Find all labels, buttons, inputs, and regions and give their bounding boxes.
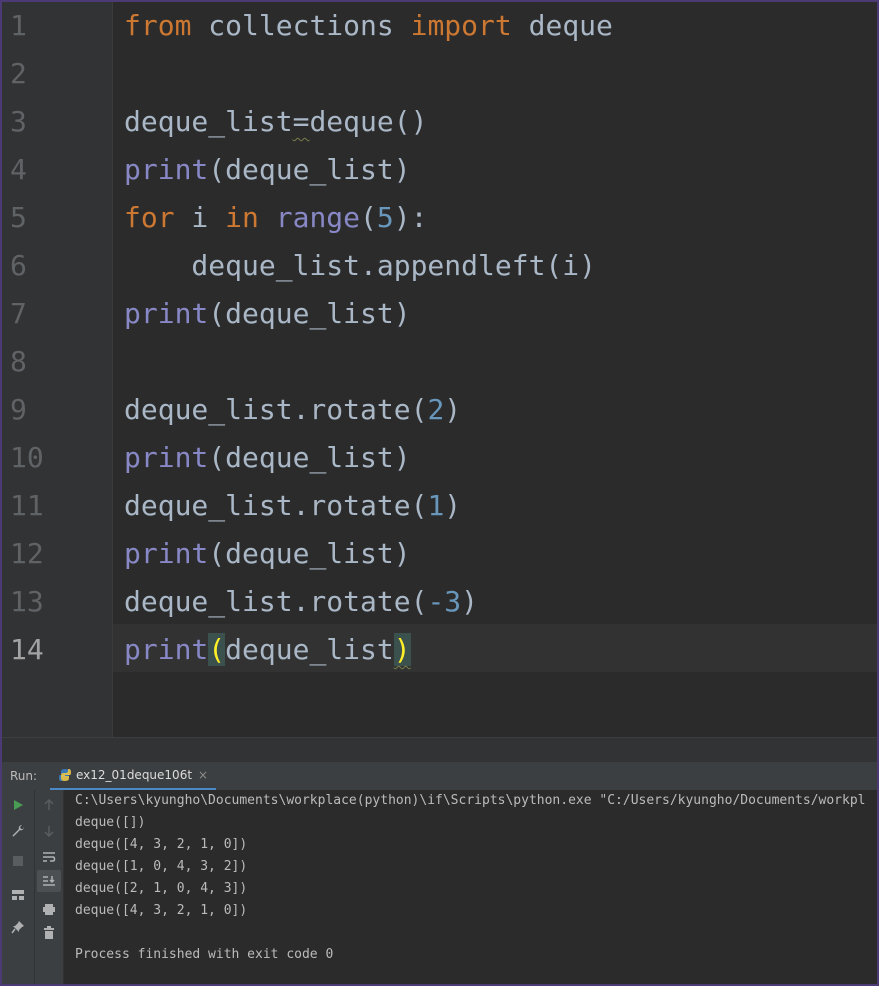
code-line-14[interactable]: print(deque_list) <box>124 626 411 674</box>
code-editor[interactable]: 1 2 3 4 5 6 7 8 9 10 11 12 13 14 from co… <box>2 2 877 737</box>
console-exit-status: Process finished with exit code 0 <box>75 947 334 962</box>
method-call: deque_list.appendleft(i) <box>124 249 597 282</box>
paren-close: ) <box>444 393 462 426</box>
console-line: deque([1, 0, 4, 3, 2]) <box>75 859 248 874</box>
code-line-10[interactable]: print(deque_list) <box>124 434 411 482</box>
line-number: 12 <box>10 537 44 570</box>
run-label: Run: <box>10 769 38 783</box>
run-console-output[interactable]: C:\Users\kyungho\Documents\workplace(pyt… <box>64 790 877 984</box>
keyword-in: in <box>225 201 259 234</box>
run-toolbar-secondary <box>35 790 64 984</box>
line-number-current: 14 <box>10 633 44 666</box>
line-number: 4 <box>10 153 27 186</box>
builtin-print: print <box>124 537 209 570</box>
builtin-print: print <box>124 441 209 474</box>
wrench-icon[interactable] <box>6 820 30 842</box>
layout-icon[interactable] <box>6 884 30 906</box>
stop-icon[interactable] <box>6 850 30 872</box>
builtin-print: print <box>124 297 209 330</box>
scroll-to-end-icon[interactable] <box>37 870 61 892</box>
console-line: deque([4, 3, 2, 1, 0]) <box>75 903 248 918</box>
line-number: 2 <box>10 57 27 90</box>
run-icon[interactable] <box>6 794 30 816</box>
paren-close: ) <box>461 585 479 618</box>
call-expression: deque() <box>309 105 428 138</box>
line-number: 5 <box>10 201 27 234</box>
code-line-1[interactable]: from collections import deque <box>124 2 613 50</box>
number-literal: -3 <box>427 585 462 618</box>
panel-divider[interactable] <box>2 737 877 762</box>
assign-operator-warning: = <box>292 105 310 138</box>
line-number: 13 <box>10 585 44 618</box>
run-tab-label: ex12_01deque106t <box>76 768 193 782</box>
keyword-from: from <box>124 9 192 42</box>
line-number: 9 <box>10 393 27 426</box>
number-literal: 1 <box>427 489 445 522</box>
run-tool-window-header: Run: ex12_01deque106t × <box>2 762 877 791</box>
module-name: collections <box>191 9 411 42</box>
pin-icon[interactable] <box>6 916 30 938</box>
variable: deque_list <box>124 105 293 138</box>
line-number: 10 <box>10 441 44 474</box>
console-line: deque([4, 3, 2, 1, 0]) <box>75 837 248 852</box>
call-args: (deque_list) <box>208 297 411 330</box>
method-call: deque_list.rotate( <box>124 489 428 522</box>
import-name: deque <box>511 9 613 42</box>
code-line-3[interactable]: deque_list=deque() <box>124 98 427 146</box>
up-arrow-icon[interactable] <box>37 794 61 816</box>
line-number: 7 <box>10 297 27 330</box>
code-line-4[interactable]: print(deque_list) <box>124 146 411 194</box>
code-line-13[interactable]: deque_list.rotate(-3) <box>124 578 478 626</box>
code-line-6[interactable]: deque_list.appendleft(i) <box>124 242 596 290</box>
number-literal: 2 <box>427 393 445 426</box>
call-args: (deque_list) <box>208 537 411 570</box>
method-call: deque_list.rotate( <box>124 585 428 618</box>
run-tab[interactable]: ex12_01deque106t × <box>50 762 217 790</box>
down-arrow-icon[interactable] <box>37 820 61 842</box>
code-line-9[interactable]: deque_list.rotate(2) <box>124 386 461 434</box>
console-command-line: C:\Users\kyungho\Documents\workplace(pyt… <box>75 793 866 808</box>
builtin-print: print <box>124 153 209 186</box>
method-call: deque_list.rotate( <box>124 393 428 426</box>
run-toolbar-primary <box>2 790 35 984</box>
line-number: 6 <box>10 249 27 282</box>
keyword-for: for <box>124 201 175 234</box>
code-line-7[interactable]: print(deque_list) <box>124 290 411 338</box>
call-args: deque_list <box>225 633 394 666</box>
call-args: (deque_list) <box>208 441 411 474</box>
keyword-import: import <box>410 9 512 42</box>
brace-match-close: ) <box>393 633 411 666</box>
paren-close: ) <box>444 489 462 522</box>
code-line-12[interactable]: print(deque_list) <box>124 530 411 578</box>
number-literal: 5 <box>376 201 394 234</box>
print-icon[interactable] <box>37 898 61 920</box>
code-line-5[interactable]: for i in range(5): <box>124 194 427 242</box>
paren-close: ): <box>393 201 428 234</box>
line-number: 3 <box>10 105 27 138</box>
code-line-11[interactable]: deque_list.rotate(1) <box>124 482 461 530</box>
close-icon[interactable]: × <box>198 768 208 782</box>
line-number: 11 <box>10 489 44 522</box>
soft-wrap-icon[interactable] <box>37 846 61 868</box>
loop-variable: i <box>174 201 226 234</box>
console-line: deque([2, 1, 0, 4, 3]) <box>75 881 248 896</box>
console-line: deque([]) <box>75 815 146 830</box>
line-number: 1 <box>10 9 27 42</box>
builtin-print: print <box>124 633 209 666</box>
builtin-range: range <box>275 201 361 234</box>
trash-icon[interactable] <box>37 922 61 944</box>
call-args: (deque_list) <box>208 153 411 186</box>
paren-open: ( <box>360 201 377 234</box>
brace-match-open: ( <box>208 633 226 666</box>
python-icon <box>58 768 72 782</box>
line-number-gutter: 1 2 3 4 5 6 7 8 9 10 11 12 13 14 <box>2 2 113 737</box>
line-number: 8 <box>10 345 27 378</box>
